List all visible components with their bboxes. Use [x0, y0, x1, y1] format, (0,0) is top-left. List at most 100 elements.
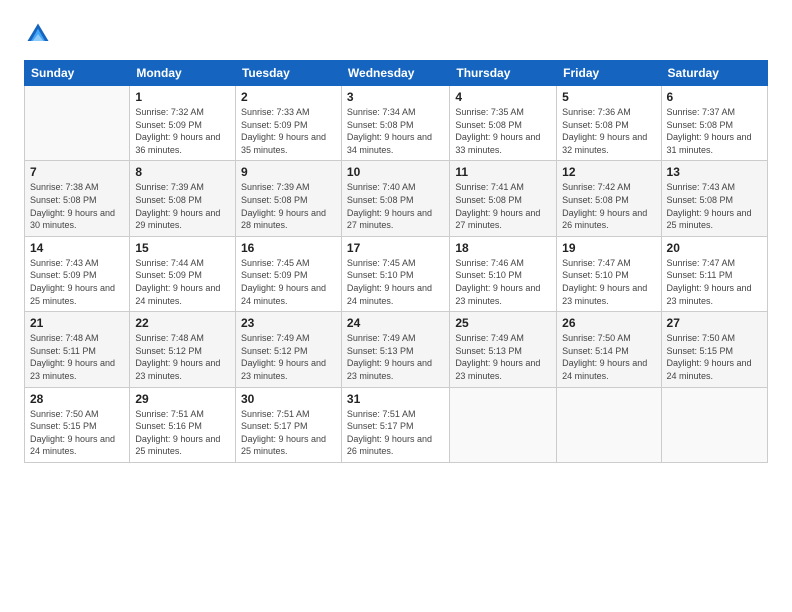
- day-info: Sunrise: 7:51 AMSunset: 5:16 PMDaylight:…: [135, 408, 230, 458]
- calendar-cell: 10Sunrise: 7:40 AMSunset: 5:08 PMDayligh…: [341, 161, 449, 236]
- day-number: 20: [667, 241, 762, 255]
- calendar-cell: 31 Sunrise: 7:51 AMSunset: 5:17 PMDayligh…: [341, 387, 449, 462]
- calendar-cell: 13Sunrise: 7:43 AMSunset: 5:08 PMDayligh…: [661, 161, 767, 236]
- day-number: 26: [562, 316, 655, 330]
- calendar-cell: 9 Sunrise: 7:39 AMSunset: 5:08 PMDaylight…: [235, 161, 341, 236]
- day-number: 29: [135, 392, 230, 406]
- day-info: Sunrise: 7:44 AMSunset: 5:09 PMDaylight:…: [135, 257, 230, 307]
- calendar-week-row: 14 Sunrise: 7:43 AMSunset: 5:09 PMDayligh…: [25, 236, 768, 311]
- calendar-cell: 8Sunrise: 7:39 AMSunset: 5:08 PMDaylight…: [130, 161, 236, 236]
- day-number: 31: [347, 392, 444, 406]
- calendar-cell: 3 Sunrise: 7:34 AMSunset: 5:08 PMDaylight…: [341, 86, 449, 161]
- day-info: Sunrise: 7:33 AMSunset: 5:09 PMDaylight:…: [241, 106, 336, 156]
- calendar-cell: 7 Sunrise: 7:38 AMSunset: 5:08 PMDaylight…: [25, 161, 130, 236]
- day-number: 30: [241, 392, 336, 406]
- weekday-header: Saturday: [661, 61, 767, 86]
- calendar-cell: [25, 86, 130, 161]
- calendar-cell: 14 Sunrise: 7:43 AMSunset: 5:09 PMDayligh…: [25, 236, 130, 311]
- calendar: SundayMondayTuesdayWednesdayThursdayFrid…: [24, 60, 768, 463]
- header: [24, 20, 768, 48]
- weekday-header: Monday: [130, 61, 236, 86]
- day-info: Sunrise: 7:37 AMSunset: 5:08 PMDaylight:…: [667, 106, 762, 156]
- day-info: Sunrise: 7:41 AMSunset: 5:08 PMDaylight:…: [455, 181, 551, 231]
- day-info: Sunrise: 7:32 AMSunset: 5:09 PMDaylight:…: [135, 106, 230, 156]
- day-number: 5: [562, 90, 655, 104]
- day-number: 10: [347, 165, 444, 179]
- day-number: 22: [135, 316, 230, 330]
- day-info: Sunrise: 7:38 AMSunset: 5:08 PMDaylight:…: [30, 181, 124, 231]
- day-info: Sunrise: 7:36 AMSunset: 5:08 PMDaylight:…: [562, 106, 655, 156]
- day-number: 12: [562, 165, 655, 179]
- weekday-header: Thursday: [450, 61, 557, 86]
- day-info: Sunrise: 7:50 AMSunset: 5:15 PMDaylight:…: [30, 408, 124, 458]
- day-info: Sunrise: 7:47 AMSunset: 5:11 PMDaylight:…: [667, 257, 762, 307]
- day-info: Sunrise: 7:50 AMSunset: 5:15 PMDaylight:…: [667, 332, 762, 382]
- day-info: Sunrise: 7:49 AMSunset: 5:13 PMDaylight:…: [455, 332, 551, 382]
- calendar-cell: 22 Sunrise: 7:48 AMSunset: 5:12 PMDayligh…: [130, 312, 236, 387]
- day-number: 25: [455, 316, 551, 330]
- day-number: 14: [30, 241, 124, 255]
- day-info: Sunrise: 7:51 AMSunset: 5:17 PMDaylight:…: [347, 408, 444, 458]
- weekday-header: Wednesday: [341, 61, 449, 86]
- calendar-cell: 11Sunrise: 7:41 AMSunset: 5:08 PMDayligh…: [450, 161, 557, 236]
- day-info: Sunrise: 7:50 AMSunset: 5:14 PMDaylight:…: [562, 332, 655, 382]
- day-info: Sunrise: 7:34 AMSunset: 5:08 PMDaylight:…: [347, 106, 444, 156]
- day-info: Sunrise: 7:49 AMSunset: 5:13 PMDaylight:…: [347, 332, 444, 382]
- calendar-cell: 25 Sunrise: 7:49 AMSunset: 5:13 PMDayligh…: [450, 312, 557, 387]
- day-info: Sunrise: 7:51 AMSunset: 5:17 PMDaylight:…: [241, 408, 336, 458]
- day-number: 6: [667, 90, 762, 104]
- day-number: 7: [30, 165, 124, 179]
- logo-icon: [24, 20, 52, 48]
- day-info: Sunrise: 7:48 AMSunset: 5:11 PMDaylight:…: [30, 332, 124, 382]
- calendar-cell: 5 Sunrise: 7:36 AMSunset: 5:08 PMDaylight…: [557, 86, 661, 161]
- day-info: Sunrise: 7:45 AMSunset: 5:09 PMDaylight:…: [241, 257, 336, 307]
- day-number: 19: [562, 241, 655, 255]
- calendar-cell: [661, 387, 767, 462]
- calendar-week-row: 28 Sunrise: 7:50 AMSunset: 5:15 PMDayligh…: [25, 387, 768, 462]
- calendar-week-row: 21 Sunrise: 7:48 AMSunset: 5:11 PMDayligh…: [25, 312, 768, 387]
- calendar-cell: 27Sunrise: 7:50 AMSunset: 5:15 PMDayligh…: [661, 312, 767, 387]
- day-info: Sunrise: 7:35 AMSunset: 5:08 PMDaylight:…: [455, 106, 551, 156]
- day-info: Sunrise: 7:42 AMSunset: 5:08 PMDaylight:…: [562, 181, 655, 231]
- day-number: 1: [135, 90, 230, 104]
- day-number: 3: [347, 90, 444, 104]
- weekday-header: Tuesday: [235, 61, 341, 86]
- day-info: Sunrise: 7:45 AMSunset: 5:10 PMDaylight:…: [347, 257, 444, 307]
- calendar-cell: 19 Sunrise: 7:47 AMSunset: 5:10 PMDayligh…: [557, 236, 661, 311]
- day-info: Sunrise: 7:43 AMSunset: 5:08 PMDaylight:…: [667, 181, 762, 231]
- day-number: 28: [30, 392, 124, 406]
- day-info: Sunrise: 7:47 AMSunset: 5:10 PMDaylight:…: [562, 257, 655, 307]
- day-info: Sunrise: 7:39 AMSunset: 5:08 PMDaylight:…: [135, 181, 230, 231]
- calendar-cell: 20 Sunrise: 7:47 AMSunset: 5:11 PMDayligh…: [661, 236, 767, 311]
- logo: [24, 20, 56, 48]
- calendar-cell: 23 Sunrise: 7:49 AMSunset: 5:12 PMDayligh…: [235, 312, 341, 387]
- calendar-cell: 1 Sunrise: 7:32 AMSunset: 5:09 PMDaylight…: [130, 86, 236, 161]
- calendar-cell: 26 Sunrise: 7:50 AMSunset: 5:14 PMDayligh…: [557, 312, 661, 387]
- calendar-cell: 16Sunrise: 7:45 AMSunset: 5:09 PMDayligh…: [235, 236, 341, 311]
- day-info: Sunrise: 7:39 AMSunset: 5:08 PMDaylight:…: [241, 181, 336, 231]
- calendar-cell: 6 Sunrise: 7:37 AMSunset: 5:08 PMDaylight…: [661, 86, 767, 161]
- calendar-cell: 18 Sunrise: 7:46 AMSunset: 5:10 PMDayligh…: [450, 236, 557, 311]
- page: SundayMondayTuesdayWednesdayThursdayFrid…: [0, 0, 792, 612]
- calendar-cell: 15 Sunrise: 7:44 AMSunset: 5:09 PMDayligh…: [130, 236, 236, 311]
- day-number: 15: [135, 241, 230, 255]
- day-info: Sunrise: 7:43 AMSunset: 5:09 PMDaylight:…: [30, 257, 124, 307]
- day-info: Sunrise: 7:46 AMSunset: 5:10 PMDaylight:…: [455, 257, 551, 307]
- calendar-week-row: 7 Sunrise: 7:38 AMSunset: 5:08 PMDaylight…: [25, 161, 768, 236]
- day-number: 24: [347, 316, 444, 330]
- day-number: 9: [241, 165, 336, 179]
- day-number: 21: [30, 316, 124, 330]
- day-info: Sunrise: 7:48 AMSunset: 5:12 PMDaylight:…: [135, 332, 230, 382]
- day-number: 23: [241, 316, 336, 330]
- day-info: Sunrise: 7:49 AMSunset: 5:12 PMDaylight:…: [241, 332, 336, 382]
- day-number: 2: [241, 90, 336, 104]
- day-number: 18: [455, 241, 551, 255]
- calendar-cell: [557, 387, 661, 462]
- calendar-cell: 12 Sunrise: 7:42 AMSunset: 5:08 PMDayligh…: [557, 161, 661, 236]
- weekday-header: Friday: [557, 61, 661, 86]
- calendar-cell: 24 Sunrise: 7:49 AMSunset: 5:13 PMDayligh…: [341, 312, 449, 387]
- calendar-cell: [450, 387, 557, 462]
- calendar-cell: 17 Sunrise: 7:45 AMSunset: 5:10 PMDayligh…: [341, 236, 449, 311]
- day-number: 17: [347, 241, 444, 255]
- day-number: 4: [455, 90, 551, 104]
